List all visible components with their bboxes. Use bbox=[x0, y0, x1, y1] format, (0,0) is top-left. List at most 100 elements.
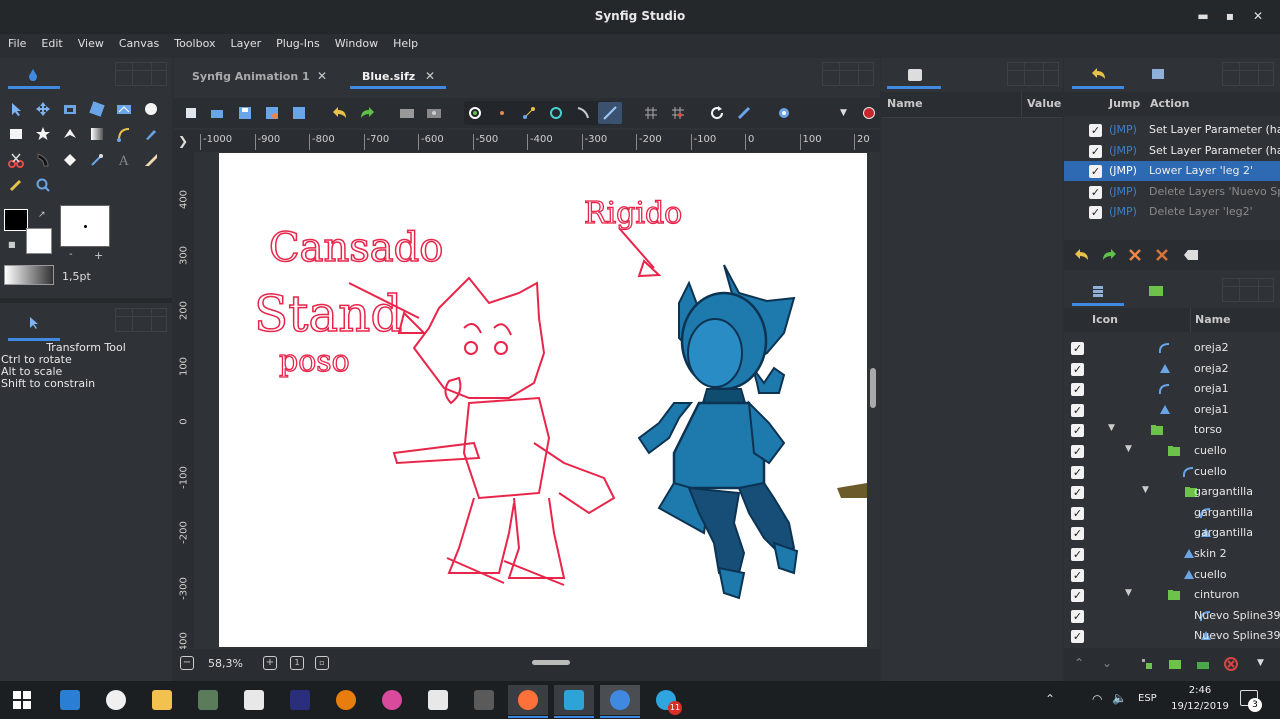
expander-icon[interactable]: ▼ bbox=[1125, 444, 1132, 454]
taskbar-app-krita[interactable] bbox=[372, 685, 412, 715]
layer-visibility-checkbox[interactable]: ✓ bbox=[1071, 609, 1084, 623]
layer-row[interactable]: ✓ ▼ gargantilla bbox=[1064, 482, 1280, 502]
layer-visibility-checkbox[interactable]: ✓ bbox=[1071, 527, 1084, 541]
wifi-icon[interactable]: ◠ bbox=[1092, 692, 1102, 706]
transform-tool-icon[interactable] bbox=[8, 101, 24, 117]
layer-visibility-checkbox[interactable]: ✓ bbox=[1071, 424, 1084, 438]
maximize-button[interactable]: ▪ bbox=[1222, 8, 1238, 24]
volume-icon[interactable]: 🔈 bbox=[1112, 691, 1127, 705]
undo-icon[interactable] bbox=[332, 106, 348, 122]
render-icon[interactable] bbox=[399, 106, 415, 122]
layer-name[interactable]: cinturon bbox=[1194, 588, 1239, 601]
layer-row[interactable]: ✓ oreja1 bbox=[1064, 379, 1280, 399]
mirror-tool-icon[interactable] bbox=[116, 101, 132, 117]
swap-colors-icon[interactable]: ↗ bbox=[38, 210, 48, 220]
onion-skin-icon[interactable] bbox=[777, 106, 793, 122]
increase-size-button[interactable]: + bbox=[94, 249, 103, 262]
menu-help[interactable]: Help bbox=[385, 34, 425, 50]
history-row[interactable]: ✓ (JMP) Delete Layer 'leg2' bbox=[1064, 202, 1280, 222]
encapsulate-icon[interactable] bbox=[1196, 657, 1212, 673]
clear-history-icon[interactable] bbox=[1183, 248, 1199, 264]
save-all-icon[interactable] bbox=[292, 106, 308, 122]
fill-color-swatch[interactable] bbox=[26, 228, 52, 254]
draft-quality-icon[interactable] bbox=[737, 106, 753, 122]
open-file-icon[interactable] bbox=[210, 106, 226, 122]
taskbar-app-moho[interactable] bbox=[554, 685, 594, 715]
show-width-icon[interactable] bbox=[576, 106, 592, 122]
layer-name[interactable]: Nuevo Spline397 bbox=[1194, 629, 1280, 642]
history-row[interactable]: ✓ (JMP) Delete Layers 'Nuevo Sp bbox=[1064, 182, 1280, 202]
params-col-value[interactable]: Value bbox=[1027, 97, 1061, 110]
menu-view[interactable]: View bbox=[70, 34, 111, 50]
show-tangents-icon[interactable] bbox=[522, 106, 538, 122]
panel-grip[interactable] bbox=[1222, 278, 1274, 302]
layer-name[interactable]: gargantilla bbox=[1194, 485, 1253, 498]
menu-plugins[interactable]: Plug-Ins bbox=[268, 34, 327, 50]
spline-tool-icon[interactable] bbox=[116, 126, 132, 142]
zoom-100-button[interactable]: 1 bbox=[290, 656, 304, 670]
layer-visibility-checkbox[interactable]: ✓ bbox=[1071, 403, 1084, 417]
expander-icon[interactable]: ▼ bbox=[1125, 588, 1132, 598]
taskbar-app-clip[interactable] bbox=[234, 685, 274, 715]
group-layer-icon[interactable] bbox=[1168, 657, 1184, 673]
layer-row[interactable]: ✓ gargantilla bbox=[1064, 503, 1280, 523]
language-indicator[interactable]: ESP bbox=[1138, 693, 1157, 704]
menu-canvas[interactable]: Canvas bbox=[111, 34, 166, 50]
menu-file[interactable]: File bbox=[0, 34, 33, 50]
tab-synfig-animation-1[interactable]: Synfig Animation 1 bbox=[192, 70, 310, 83]
layers-col-name[interactable]: Name bbox=[1195, 313, 1231, 326]
history-row[interactable]: ✓ (JMP) Lower Layer 'leg 2' bbox=[1064, 161, 1280, 181]
grid-icon[interactable] bbox=[644, 106, 660, 122]
close-tab-icon[interactable]: ✕ bbox=[425, 69, 435, 83]
taskbar-app-game[interactable] bbox=[464, 685, 504, 715]
history-jump-link[interactable]: (JMP) bbox=[1109, 164, 1137, 177]
fill-tool-icon[interactable] bbox=[62, 152, 78, 168]
layer-row[interactable]: ✓ Nuevo Spline397 bbox=[1064, 626, 1280, 646]
horizontal-scrollbar[interactable] bbox=[532, 660, 570, 665]
layer-visibility-checkbox[interactable]: ✓ bbox=[1071, 506, 1084, 520]
taskbar-app-explorer[interactable] bbox=[142, 685, 182, 715]
redo-icon[interactable] bbox=[1101, 248, 1117, 264]
tab-blue-sifz[interactable]: Blue.sifz bbox=[362, 70, 415, 83]
zoom-fit-button[interactable]: ▫ bbox=[315, 656, 329, 670]
layer-name[interactable]: oreja1 bbox=[1194, 403, 1229, 416]
panel-grip[interactable] bbox=[1007, 62, 1059, 86]
sketch-tool-icon[interactable] bbox=[143, 152, 159, 168]
layer-row[interactable]: ✓ oreja2 bbox=[1064, 359, 1280, 379]
layer-row[interactable]: ✓ oreja2 bbox=[1064, 338, 1280, 358]
history-row-checkbox[interactable]: ✓ bbox=[1089, 165, 1102, 178]
layer-row[interactable]: ✓ ▼ cinturon bbox=[1064, 585, 1280, 605]
clock-time[interactable]: 2:46 bbox=[1170, 685, 1230, 696]
text-tool-icon[interactable]: A bbox=[116, 152, 132, 169]
close-tab-icon[interactable]: ✕ bbox=[317, 69, 327, 83]
panel-grip[interactable] bbox=[822, 62, 874, 86]
zoom-in-button[interactable]: + bbox=[263, 656, 277, 670]
panel-grip[interactable] bbox=[1222, 62, 1274, 86]
history-row-checkbox[interactable]: ✓ bbox=[1089, 185, 1102, 199]
clock-date[interactable]: 19/12/2019 bbox=[1170, 701, 1230, 712]
layer-row[interactable]: ✓ ▼ torso bbox=[1064, 420, 1280, 440]
show-radius-icon[interactable] bbox=[549, 106, 565, 122]
layer-row[interactable]: ✓ Nuevo Spline397 bbox=[1064, 606, 1280, 626]
taskbar-app-photo[interactable] bbox=[188, 685, 228, 715]
rotate-tool-icon[interactable] bbox=[89, 101, 105, 117]
layer-row[interactable]: ✓ gargantilla bbox=[1064, 523, 1280, 543]
layers-col-icon[interactable]: Icon bbox=[1092, 313, 1118, 326]
undo-icon[interactable] bbox=[1074, 248, 1090, 264]
show-vertices-icon[interactable] bbox=[495, 106, 511, 122]
save-as-icon[interactable] bbox=[265, 106, 281, 122]
layer-visibility-checkbox[interactable]: ✓ bbox=[1071, 568, 1084, 582]
history-row[interactable]: ✓ (JMP) Set Layer Parameter (ha bbox=[1064, 141, 1280, 161]
gradient-tool-icon[interactable] bbox=[89, 126, 105, 142]
record-animation-icon[interactable] bbox=[863, 107, 875, 119]
menu-window[interactable]: Window bbox=[327, 34, 385, 50]
polygon-tool-icon[interactable] bbox=[62, 126, 78, 142]
layer-visibility-checkbox[interactable]: ✓ bbox=[1071, 630, 1084, 644]
close-window-button[interactable]: ✕ bbox=[1250, 8, 1266, 24]
width-tool-icon[interactable] bbox=[35, 152, 51, 168]
taskbar-app-flame[interactable] bbox=[280, 685, 320, 715]
layer-name[interactable]: oreja1 bbox=[1194, 382, 1229, 395]
reset-colors-icon[interactable]: ■ bbox=[8, 240, 16, 249]
layer-row[interactable]: ✓ oreja1 bbox=[1064, 400, 1280, 420]
history-row-checkbox[interactable]: ✓ bbox=[1089, 206, 1102, 219]
